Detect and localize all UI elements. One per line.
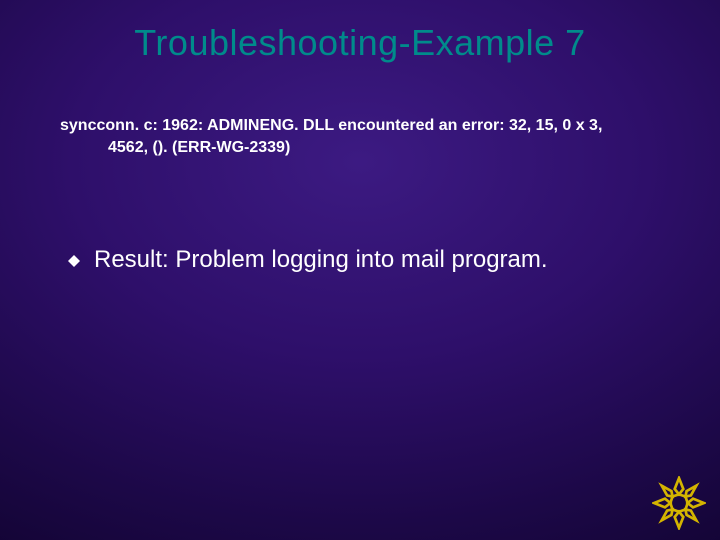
bullet-text: Result: Problem logging into mail progra… [94, 245, 548, 275]
diamond-bullet-icon [68, 255, 80, 267]
slide-title: Troubleshooting-Example 7 [0, 22, 720, 64]
error-message: syncconn. c: 1962: ADMINENG. DLL encount… [60, 115, 660, 158]
slide: Troubleshooting-Example 7 syncconn. c: 1… [0, 0, 720, 540]
error-line-1: syncconn. c: 1962: ADMINENG. DLL encount… [60, 115, 660, 137]
star-logo-icon [652, 476, 706, 530]
error-line-2: 4562, (). (ERR-WG-2339) [60, 137, 660, 159]
bullet-row: Result: Problem logging into mail progra… [68, 245, 660, 275]
